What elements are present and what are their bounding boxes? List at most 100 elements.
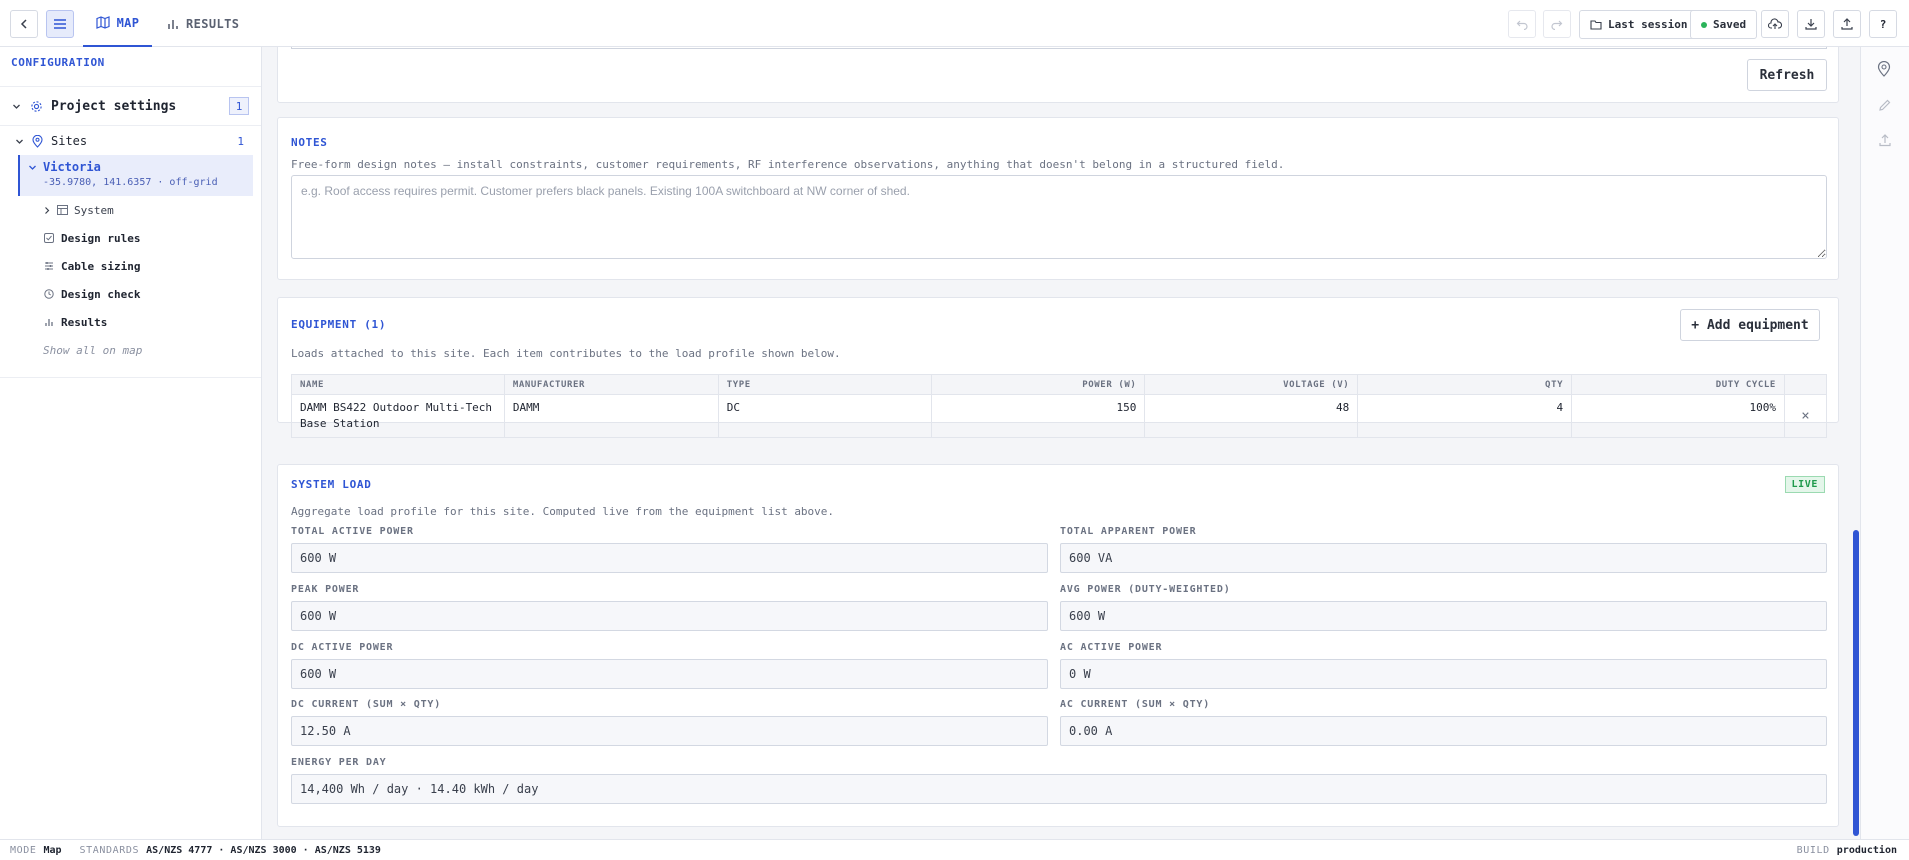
refresh-button[interactable]: Refresh bbox=[1747, 59, 1827, 91]
status-standards-value: AS/NZS 4777 · AS/NZS 3000 · AS/NZS 5139 bbox=[146, 844, 381, 856]
bar-chart-icon bbox=[168, 19, 178, 29]
cell-power[interactable]: 150 bbox=[930, 394, 1146, 438]
sidebar-item-design-check[interactable]: Design check bbox=[44, 283, 140, 305]
total-apparent-power-label: TOTAL APPARENT POWER bbox=[1060, 526, 1197, 537]
upload-icon bbox=[1841, 18, 1853, 30]
undo-button[interactable] bbox=[1508, 10, 1536, 38]
sidebar-item-system[interactable]: System bbox=[43, 199, 114, 221]
sidebar-item-label: Cable sizing bbox=[61, 259, 141, 273]
redo-button[interactable] bbox=[1543, 10, 1571, 38]
status-bar: MODE Map STANDARDS AS/NZS 4777 · AS/NZS … bbox=[0, 839, 1909, 860]
right-tool-rail bbox=[1860, 47, 1909, 839]
table-row: DAMM BS422 Outdoor Multi-Tech Base Stati… bbox=[291, 394, 1828, 438]
sidebar-heading: CONFIGURATION bbox=[11, 56, 105, 69]
saved-label: Saved bbox=[1713, 18, 1747, 31]
show-all-on-map-link[interactable]: Show all on map bbox=[43, 340, 142, 360]
cloud-sync-button[interactable] bbox=[1761, 10, 1789, 38]
sidebar-item-label: Design rules bbox=[61, 231, 141, 245]
locate-tool-button[interactable] bbox=[1877, 61, 1891, 77]
column-header-qty: QTY bbox=[1357, 374, 1573, 395]
equipment-title: EQUIPMENT (1) bbox=[291, 318, 387, 331]
sidebar-item-design-rules[interactable]: Design rules bbox=[44, 227, 140, 249]
remove-row-button[interactable]: × bbox=[1783, 394, 1828, 438]
column-header-power: POWER (W) bbox=[930, 374, 1146, 395]
column-header-manufacturer: MANUFACTURER bbox=[503, 374, 719, 395]
redo-icon bbox=[1551, 20, 1563, 30]
tab-results[interactable]: RESULTS bbox=[167, 0, 239, 47]
notes-description: Free-form design notes — install constra… bbox=[291, 158, 1285, 171]
sidebar-item-results[interactable]: Results bbox=[44, 311, 107, 333]
notes-card: NOTES Free-form design notes — install c… bbox=[277, 117, 1839, 280]
site-name: Victoria bbox=[43, 160, 101, 174]
avg-power-label: AVG POWER (DUTY-WEIGHTED) bbox=[1060, 584, 1231, 595]
dc-active-power-label: DC ACTIVE POWER bbox=[291, 642, 394, 653]
checkbox-icon bbox=[44, 233, 54, 243]
sites-row[interactable]: Sites 1 bbox=[0, 127, 261, 155]
project-count-badge: 1 bbox=[229, 97, 249, 115]
sidebar-item-label: Design check bbox=[61, 287, 141, 301]
cell-name[interactable]: DAMM BS422 Outdoor Multi-Tech Base Stati… bbox=[291, 394, 505, 438]
column-header-voltage: VOLTAGE (V) bbox=[1144, 374, 1359, 395]
sidebar-item-cable-sizing[interactable]: Cable sizing bbox=[44, 255, 140, 277]
cut-off-input bbox=[291, 47, 1827, 49]
main-scrollbar[interactable] bbox=[1853, 530, 1859, 836]
menu-icon bbox=[54, 19, 66, 29]
gear-icon bbox=[31, 100, 42, 112]
last-session-button[interactable]: Last session bbox=[1579, 10, 1699, 39]
last-session-label: Last session bbox=[1608, 18, 1688, 31]
ac-current-value: 0.00 A bbox=[1060, 716, 1827, 746]
cloud-upload-icon bbox=[1768, 18, 1782, 29]
back-button[interactable] bbox=[10, 10, 38, 38]
chevron-right-icon bbox=[45, 206, 50, 214]
cell-type[interactable]: DC bbox=[717, 394, 932, 438]
edit-tool-button[interactable] bbox=[1878, 98, 1892, 112]
cell-voltage[interactable]: 48 bbox=[1144, 394, 1359, 438]
status-mode-value: Map bbox=[43, 844, 62, 856]
project-settings-row[interactable]: Project settings 1 bbox=[0, 86, 261, 126]
live-badge: LIVE bbox=[1784, 476, 1825, 493]
system-load-title: SYSTEM LOAD bbox=[291, 478, 372, 491]
saved-indicator-dot bbox=[1701, 21, 1707, 28]
sidebar-divider bbox=[0, 377, 261, 378]
saved-status: Saved bbox=[1690, 10, 1758, 39]
status-mode-key: MODE bbox=[10, 844, 37, 856]
folder-icon bbox=[1590, 20, 1602, 30]
cell-manufacturer[interactable]: DAMM bbox=[503, 394, 719, 438]
close-icon: × bbox=[1801, 408, 1810, 424]
undo-icon bbox=[1516, 20, 1528, 30]
notes-textarea[interactable] bbox=[291, 175, 1827, 259]
sidebar: CONFIGURATION Project settings 1 Sites 1… bbox=[0, 47, 262, 839]
table-icon bbox=[57, 205, 68, 215]
site-coordinates: -35.9780, 141.6357 · off-grid bbox=[43, 177, 218, 188]
add-equipment-button[interactable]: + Add equipment bbox=[1680, 309, 1820, 341]
tab-map[interactable]: MAP bbox=[83, 0, 152, 47]
sites-count: 1 bbox=[237, 134, 244, 148]
ac-active-power-label: AC ACTIVE POWER bbox=[1060, 642, 1163, 653]
column-header-duty-cycle: DUTY CYCLE bbox=[1571, 374, 1785, 395]
dc-current-label: DC CURRENT (SUM × QTY) bbox=[291, 699, 442, 710]
map-pin-icon bbox=[1877, 61, 1891, 77]
site-item-victoria[interactable]: Victoria -35.9780, 141.6357 · off-grid bbox=[18, 155, 253, 196]
sidebar-item-label: System bbox=[74, 203, 114, 217]
cell-duty-cycle[interactable]: 100% bbox=[1571, 394, 1785, 438]
download-button[interactable] bbox=[1797, 10, 1825, 38]
menu-toggle-button[interactable] bbox=[46, 10, 74, 38]
energy-per-day-label: ENERGY PER DAY bbox=[291, 757, 387, 768]
pencil-icon bbox=[1879, 99, 1891, 111]
help-button[interactable]: ? bbox=[1869, 10, 1897, 38]
column-header-name: NAME bbox=[291, 374, 505, 395]
export-tool-button[interactable] bbox=[1878, 133, 1892, 147]
total-apparent-power-value: 600 VA bbox=[1060, 543, 1827, 573]
upload-button[interactable] bbox=[1833, 10, 1861, 38]
equipment-table: NAME MANUFACTURER TYPE POWER (W) VOLTAGE… bbox=[291, 374, 1828, 438]
column-header-type: TYPE bbox=[717, 374, 932, 395]
cell-qty[interactable]: 4 bbox=[1357, 394, 1573, 438]
notes-title: NOTES bbox=[291, 136, 328, 149]
bar-chart-icon bbox=[45, 319, 53, 326]
system-load-card: SYSTEM LOAD LIVE Aggregate load profile … bbox=[277, 464, 1839, 827]
chevron-down-icon bbox=[13, 104, 20, 109]
status-build-value: production bbox=[1836, 844, 1897, 856]
sliders-icon bbox=[45, 262, 53, 270]
table-header-row: NAME MANUFACTURER TYPE POWER (W) VOLTAGE… bbox=[291, 374, 1828, 395]
chevron-left-icon bbox=[20, 19, 27, 29]
